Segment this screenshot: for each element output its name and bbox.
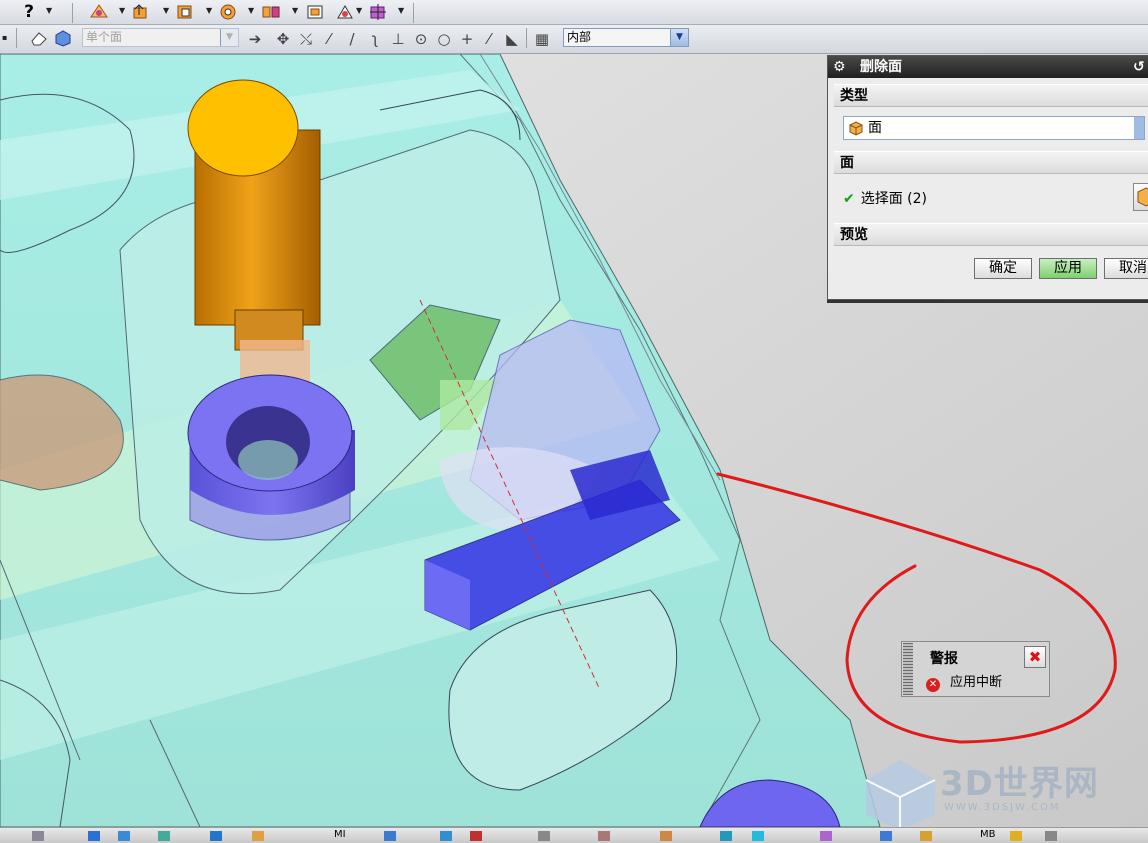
ok-button[interactable]: 确定: [974, 258, 1032, 279]
section-preview-header[interactable]: 预览: [834, 223, 1148, 246]
face-cube-icon: [1137, 187, 1148, 207]
help-button[interactable]: ?: [18, 2, 40, 22]
chevron-down-icon[interactable]: ▼: [206, 6, 212, 15]
selection-toolbar: ▪ 单个面 ▼ ➔ ✥ ⤯ ⁄ / ʅ ⊥ ⊙ ○ + ⁄ ◣ ▦ 内部 ▼: [0, 25, 1148, 54]
app-icon[interactable]: [158, 831, 170, 841]
chevron-down-icon[interactable]: ▼: [163, 6, 169, 15]
watermark-url: WWW.3DSJW.COM: [944, 802, 1061, 813]
app-icon[interactable]: [1045, 831, 1057, 841]
eraser-icon[interactable]: [28, 28, 50, 48]
cube-icon[interactable]: [334, 2, 356, 22]
extrude-icon[interactable]: [130, 2, 152, 22]
hole-icon[interactable]: [217, 2, 239, 22]
cancel-button[interactable]: 取消: [1104, 258, 1148, 279]
chevron-down-icon[interactable]: ▼: [356, 6, 362, 15]
move-icon[interactable]: [367, 2, 389, 22]
shape-icon[interactable]: ◣: [503, 30, 521, 48]
app-icon[interactable]: [720, 831, 732, 841]
select-face-button[interactable]: [1133, 183, 1148, 211]
chevron-down-icon[interactable]: ▼: [46, 6, 52, 15]
line-icon[interactable]: ⤯: [297, 30, 315, 48]
chevron-down-icon[interactable]: ▼: [292, 6, 298, 15]
alert-title: 警报: [930, 651, 958, 667]
select-face-label: 选择面 (2): [860, 191, 928, 207]
plus-icon[interactable]: +: [458, 30, 476, 48]
section-preview-label: 预览: [840, 227, 868, 243]
tangent-icon[interactable]: ⊥: [389, 30, 407, 48]
chevron-down-icon[interactable]: ▼: [248, 6, 254, 15]
watermark: 3D世界网 WWW.3DSJW.COM: [940, 756, 1099, 813]
select-face-row[interactable]: ✔ 选择面 (2): [843, 188, 927, 208]
scope-select[interactable]: 内部 ▼: [563, 28, 689, 47]
drag-handle[interactable]: [903, 643, 913, 695]
app-icon[interactable]: [880, 831, 892, 841]
app-icon[interactable]: [440, 831, 452, 841]
intersect-icon[interactable]: /: [343, 30, 361, 48]
filter-select[interactable]: 单个面 ▼: [82, 28, 239, 47]
app-icon[interactable]: [32, 831, 44, 841]
dialog-title: 删除面: [860, 59, 902, 75]
toolbar-divider: [526, 28, 527, 48]
arrow-right-icon[interactable]: ➔: [246, 30, 264, 48]
taskbar-label[interactable]: MB: [980, 829, 996, 840]
close-icon[interactable]: ✖: [1024, 646, 1046, 668]
alert-message: ✕ 应用中断: [926, 671, 1002, 692]
app-icon[interactable]: [660, 831, 672, 841]
chevron-down-icon[interactable]: [1134, 117, 1144, 139]
face-cube-icon: [849, 121, 863, 136]
taskbar: MI MB: [0, 827, 1148, 843]
alert-popup: 警报 ✖ ✕ 应用中断: [901, 641, 1050, 697]
dialog-titlebar[interactable]: ⚙ 删除面 ↺: [828, 56, 1148, 78]
watermark-brand: 3D世界网: [940, 764, 1099, 804]
arc-icon[interactable]: ⁄: [320, 30, 338, 48]
solid-body-icon[interactable]: [52, 28, 74, 48]
taskbar-label[interactable]: MI: [334, 829, 346, 840]
error-icon: ✕: [926, 678, 940, 692]
app-icon[interactable]: [1010, 831, 1022, 841]
app-icon[interactable]: [920, 831, 932, 841]
main-toolbar: ? ▼ ▼ ▼ ▼ ▼ ▼ ▼ ▼: [0, 0, 1148, 25]
feature-icon[interactable]: [174, 2, 196, 22]
slash-icon[interactable]: ⁄: [480, 30, 498, 48]
app-icon[interactable]: [820, 831, 832, 841]
toolbar-divider: [72, 3, 73, 23]
pole-icon[interactable]: ○: [435, 30, 453, 48]
app-icon[interactable]: [210, 831, 222, 841]
sketch-icon[interactable]: [88, 2, 110, 22]
app-icon[interactable]: [598, 831, 610, 841]
delete-face-dialog: ⚙ 删除面 ↺ 类型 面 面 ✔ 选择面 (2) 预览 确定 应用 取消: [827, 55, 1148, 300]
app-icon[interactable]: [470, 831, 482, 841]
toolbar-divider: [16, 28, 17, 48]
chevron-down-icon[interactable]: ▼: [119, 6, 125, 15]
app-icon[interactable]: [384, 831, 396, 841]
toolbar-divider: [413, 3, 414, 23]
assembly-icon[interactable]: [304, 2, 326, 22]
center-icon[interactable]: ʅ: [366, 30, 384, 48]
reset-icon[interactable]: ↺: [1133, 56, 1145, 78]
midpoint-icon[interactable]: ⊙: [412, 30, 430, 48]
chevron-down-icon[interactable]: ▼: [670, 29, 688, 46]
chevron-down-icon[interactable]: ▪: [2, 33, 7, 42]
mirror-icon[interactable]: [260, 2, 282, 22]
app-icon[interactable]: [538, 831, 550, 841]
apply-button[interactable]: 应用: [1039, 258, 1097, 279]
section-face-label: 面: [840, 155, 854, 171]
type-select[interactable]: 面: [843, 116, 1145, 140]
gear-icon[interactable]: ⚙: [833, 56, 846, 78]
app-icon[interactable]: [118, 831, 130, 841]
section-face-header[interactable]: 面: [834, 151, 1148, 174]
list-icon[interactable]: ▦: [533, 30, 551, 48]
app-icon[interactable]: [88, 831, 100, 841]
section-type-header[interactable]: 类型: [834, 84, 1148, 107]
check-icon: ✔: [843, 191, 855, 207]
point-icon[interactable]: ✥: [274, 30, 292, 48]
app-icon[interactable]: [752, 831, 764, 841]
app-icon[interactable]: [252, 831, 264, 841]
chevron-down-icon[interactable]: ▼: [398, 6, 404, 15]
chevron-down-icon[interactable]: ▼: [220, 29, 238, 46]
section-type-label: 类型: [840, 88, 868, 104]
